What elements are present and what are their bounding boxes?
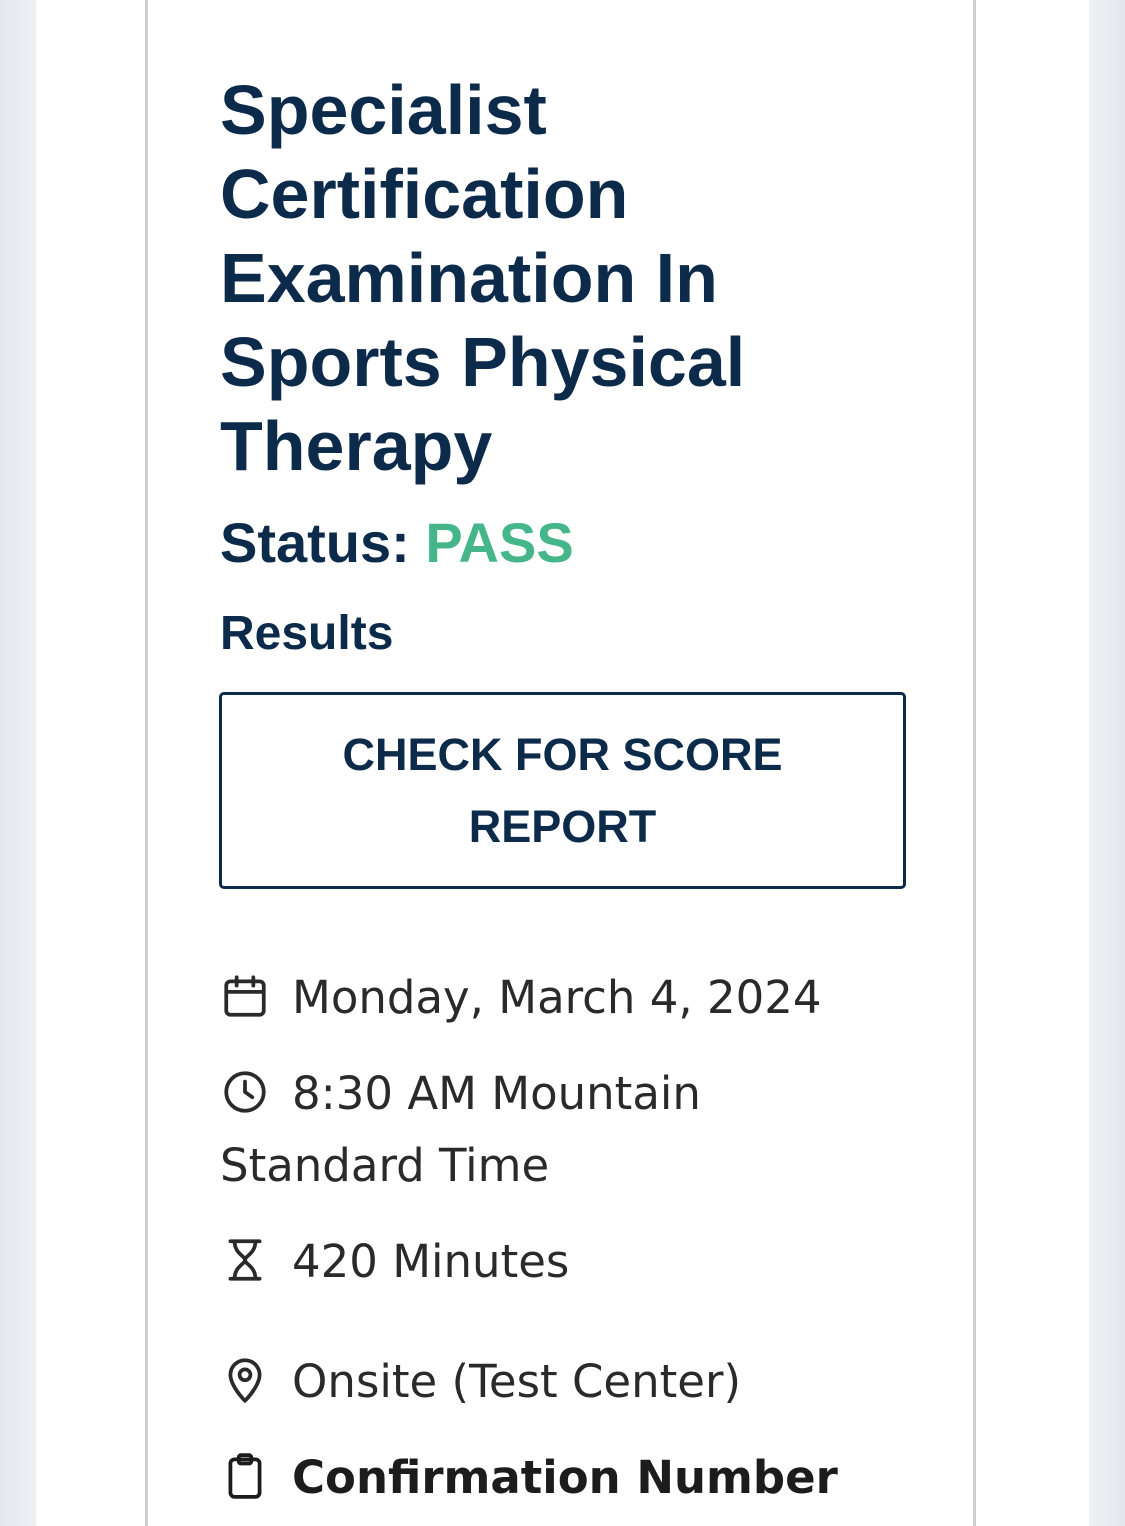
confirmation-number-label: Confirmation Number <box>292 1451 838 1504</box>
exam-title: Specialist Certification Examination In … <box>220 71 746 485</box>
exam-status: Status: PASS <box>220 510 574 576</box>
check-score-report-label: CHECK FOR SCORE REPORT <box>342 728 783 852</box>
map-pin-icon <box>220 1355 270 1405</box>
calendar-icon <box>220 971 270 1021</box>
exam-duration-row: 420 Minutes <box>220 1226 900 1298</box>
clock-icon <box>220 1067 270 1117</box>
exam-duration: 420 Minutes <box>292 1235 570 1288</box>
confirmation-number-row: Confirmation Number <box>220 1442 900 1514</box>
check-score-report-button[interactable]: CHECK FOR SCORE REPORT <box>219 692 906 889</box>
hourglass-icon <box>220 1235 270 1285</box>
exam-time: 8:30 AM Mountain Standard Time <box>220 1067 701 1192</box>
results-heading: Results <box>220 607 394 660</box>
status-value-badge: PASS <box>425 511 574 574</box>
exam-time-row: 8:30 AM Mountain Standard Time <box>220 1058 900 1202</box>
exam-date-row: Monday, March 4, 2024 <box>220 962 900 1034</box>
exam-date: Monday, March 4, 2024 <box>292 971 822 1024</box>
exam-location-row: Onsite (Test Center) <box>220 1346 900 1418</box>
status-label: Status: <box>220 511 410 574</box>
exam-location: Onsite (Test Center) <box>292 1355 742 1408</box>
page-viewport: Specialist Certification Examination In … <box>0 0 1125 1526</box>
clipboard-icon <box>220 1451 270 1501</box>
